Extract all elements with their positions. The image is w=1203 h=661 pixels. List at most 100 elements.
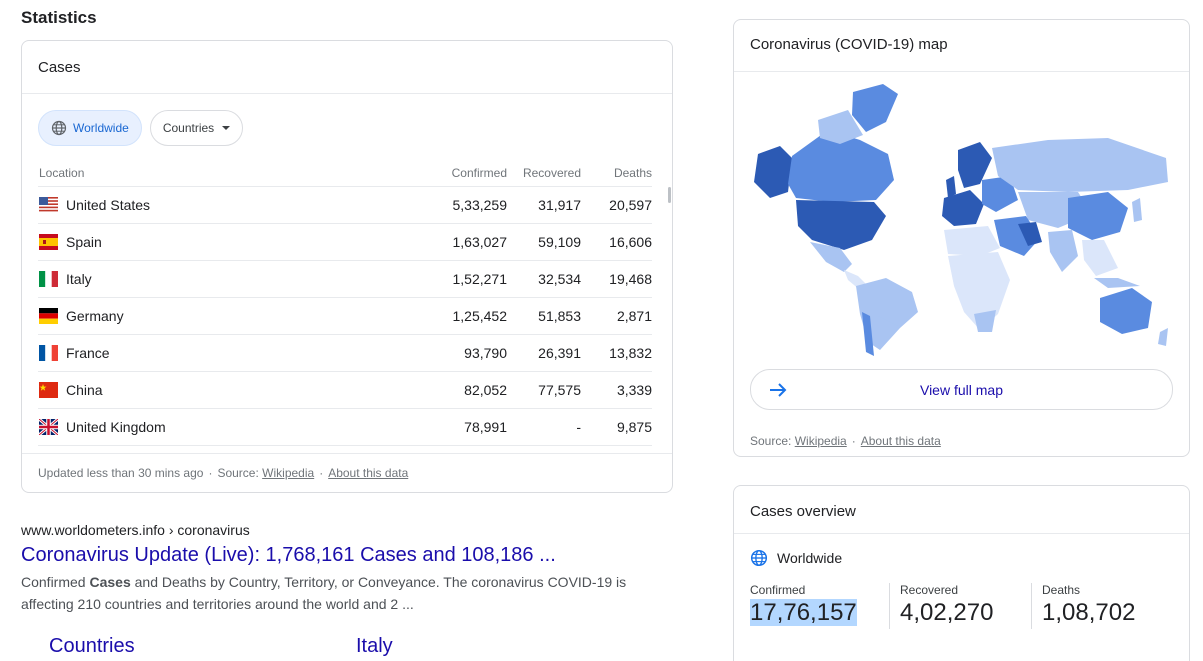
italy-flag-icon [39, 271, 58, 287]
map-region-japan [1132, 198, 1142, 222]
map-region-southeast-asia [1082, 240, 1118, 276]
row-deaths: 20,597 [609, 197, 652, 213]
map-region-greenland [852, 84, 898, 132]
row-confirmed: 1,63,027 [452, 234, 508, 250]
row-location: United States [66, 197, 151, 213]
map-region-russia [992, 138, 1168, 192]
view-full-map-button[interactable]: View full map [750, 369, 1173, 410]
row-location: Spain [66, 234, 102, 250]
row-deaths: 9,875 [616, 419, 652, 435]
worldwide-chip-label: Worldwide [73, 121, 129, 135]
cases-table: United States 5,33,259 31,917 20,597 Spa… [38, 187, 652, 446]
row-location: France [66, 345, 110, 361]
map-about-data-link[interactable]: About this data [861, 434, 941, 448]
table-row[interactable]: Italy 1,52,271 32,534 19,468 [38, 261, 652, 298]
map-region-indonesia [1094, 278, 1140, 288]
search-result: www.worldometers.info › coronavirus Coro… [21, 522, 641, 615]
map-region-india [1048, 230, 1078, 272]
row-location: China [66, 382, 103, 398]
recovered-label: Recovered [900, 583, 959, 597]
deaths-label: Deaths [1042, 583, 1081, 597]
arrow-right-icon [770, 383, 787, 397]
caret-down-icon [222, 126, 231, 130]
us-flag-icon [39, 197, 58, 213]
snippet-text: Confirmed [21, 574, 90, 590]
row-recovered: 77,575 [538, 382, 581, 398]
table-row[interactable]: United Kingdom 78,991 - 9,875 [38, 409, 652, 446]
sitelink-italy[interactable]: Italy [356, 635, 393, 658]
snippet-bold: Cases [89, 574, 131, 590]
statistics-heading: Statistics [21, 8, 97, 27]
recovered-value: 4,02,270 [900, 599, 994, 626]
map-region-usa [796, 200, 886, 250]
map-source-label: Source: [750, 434, 792, 448]
deaths-value: 1,08,702 [1042, 599, 1136, 626]
source-label: Source: [217, 466, 259, 480]
column-recovered: Recovered [522, 166, 581, 180]
table-row[interactable]: United States 5,33,259 31,917 20,597 [38, 187, 652, 224]
map-region-new-zealand [1158, 328, 1168, 346]
map-region-australia [1100, 288, 1152, 334]
countries-dropdown-label: Countries [162, 121, 215, 135]
row-recovered: 31,917 [538, 197, 581, 213]
table-row[interactable]: Germany 1,25,452 51,853 2,871 [38, 298, 652, 335]
map-region-alaska [754, 146, 792, 198]
row-confirmed: 93,790 [464, 345, 507, 361]
confirmed-label: Confirmed [750, 583, 806, 597]
row-confirmed: 82,052 [464, 382, 507, 398]
china-flag-icon [39, 382, 58, 398]
column-location: Location [39, 166, 85, 180]
map-wikipedia-link[interactable]: Wikipedia [795, 434, 847, 448]
about-data-link[interactable]: About this data [328, 466, 408, 480]
row-recovered: 59,109 [538, 234, 581, 250]
wikipedia-source-link[interactable]: Wikipedia [262, 466, 314, 480]
globe-icon [750, 549, 768, 567]
row-location: Germany [66, 308, 124, 324]
worldwide-chip[interactable]: Worldwide [38, 110, 142, 146]
row-confirmed: 5,33,259 [452, 197, 508, 213]
overview-scope-label: Worldwide [777, 550, 843, 566]
view-full-map-label: View full map [919, 381, 1003, 398]
map-card: Coronavirus (COVID-19) map View full map… [733, 19, 1190, 457]
overview-recovered: Recovered 4,02,270 [890, 583, 1032, 627]
confirmed-value: 17,76,157 [750, 599, 857, 626]
overview-deaths: Deaths 1,08,702 [1032, 583, 1135, 627]
row-confirmed: 1,52,271 [452, 271, 508, 287]
countries-dropdown[interactable]: Countries [149, 110, 244, 146]
row-recovered: 51,853 [538, 308, 581, 324]
cases-overview-card: Cases overview Worldwide Confirmed 17,76… [733, 485, 1190, 661]
result-title-link[interactable]: Coronavirus Update (Live): 1,768,161 Cas… [21, 544, 641, 567]
result-snippet: Confirmed Cases and Deaths by Country, T… [21, 571, 641, 615]
row-confirmed: 78,991 [464, 419, 507, 435]
row-deaths: 19,468 [609, 271, 652, 287]
overview-stats: Confirmed 17,76,157 Recovered 4,02,270 D… [750, 583, 1175, 629]
uk-flag-icon [39, 419, 58, 435]
overview-scope: Worldwide [750, 549, 842, 567]
table-scrollbar[interactable] [668, 187, 671, 203]
table-row[interactable]: China 82,052 77,575 3,339 [38, 372, 652, 409]
row-deaths: 2,871 [616, 308, 652, 324]
table-header: Location Confirmed Recovered Deaths [38, 165, 652, 187]
cases-card: Cases Worldwide Countries Location Confi… [21, 40, 673, 493]
map-region-north-africa [944, 226, 1000, 256]
map-title: Coronavirus (COVID-19) map [734, 20, 1189, 72]
france-flag-icon [39, 345, 58, 361]
row-deaths: 13,832 [609, 345, 652, 361]
sitelink-countries[interactable]: Countries [49, 635, 135, 658]
cases-title: Cases [22, 41, 672, 94]
overview-title: Cases overview [734, 486, 1189, 534]
column-confirmed: Confirmed [451, 166, 507, 180]
spain-flag-icon [39, 234, 58, 250]
map-region-uk [946, 176, 956, 198]
world-map[interactable] [748, 80, 1178, 360]
table-row[interactable]: Spain 1,63,027 59,109 16,606 [38, 224, 652, 261]
row-location: United Kingdom [66, 419, 166, 435]
row-recovered: - [576, 419, 581, 435]
result-url[interactable]: www.worldometers.info › coronavirus [21, 522, 641, 538]
cases-footer: Updated less than 30 mins ago · Source: Wi… [22, 453, 672, 493]
row-deaths: 3,339 [616, 382, 652, 398]
column-deaths: Deaths [613, 166, 652, 180]
table-row[interactable]: France 93,790 26,391 13,832 [38, 335, 652, 372]
row-deaths: 16,606 [609, 234, 652, 250]
row-location: Italy [66, 271, 92, 287]
